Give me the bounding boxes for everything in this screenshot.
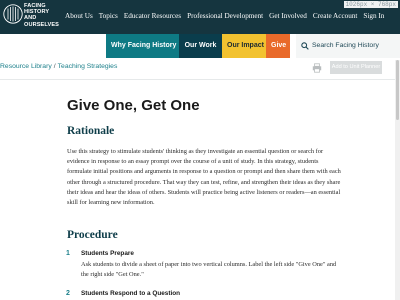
subnav-our-work[interactable]: Our Work	[179, 34, 222, 58]
search-box[interactable]: Search Facing History	[296, 34, 400, 58]
nav-get-involved[interactable]: Get Involved	[269, 12, 307, 20]
step-title: Students Prepare	[81, 250, 134, 257]
nav-create-account[interactable]: Create Account	[313, 12, 358, 20]
rationale-heading: Rationale	[67, 125, 115, 137]
dimensions-badge: 1026px × 768px	[343, 1, 398, 8]
step-number: 1	[66, 250, 70, 257]
search-label: Search Facing History	[312, 42, 379, 49]
breadcrumb-resource-library[interactable]: Resource Library	[0, 63, 52, 70]
logo-mark-icon	[3, 4, 23, 24]
step-text: Ask students to divide a sheet of paper …	[81, 261, 337, 278]
breadcrumb-separator: /	[53, 63, 56, 70]
subnav-why-facing-history[interactable]: Why Facing History	[106, 34, 179, 58]
add-to-unit-planner-button[interactable]: Add to Unit Planner	[330, 61, 382, 74]
scrollbar-thumb[interactable]	[396, 60, 399, 120]
nav-about-us[interactable]: About Us	[65, 12, 93, 20]
top-header: FACING HISTORY AND OURSELVES About Us To…	[0, 0, 400, 34]
breadcrumb-row: Resource Library / Teaching Strategies Add…	[0, 58, 400, 80]
secondary-nav-row: Why Facing History Our Work Our Impact G…	[0, 34, 400, 58]
logo-text: FACING HISTORY AND OURSELVES	[24, 3, 59, 28]
step-number: 2	[66, 290, 70, 297]
nav-sign-in[interactable]: Sign In	[363, 12, 384, 20]
main-nav: About Us Topics Educator Resources Profe…	[65, 12, 390, 20]
rationale-text: Use this strategy to stimulate students'…	[67, 148, 341, 207]
procedure-heading: Procedure	[67, 229, 118, 241]
nav-educator-resources[interactable]: Educator Resources	[124, 12, 181, 20]
print-icon[interactable]	[312, 63, 322, 73]
search-icon	[301, 42, 309, 50]
site-logo[interactable]: FACING HISTORY AND OURSELVES	[0, 0, 60, 34]
breadcrumb-teaching-strategies[interactable]: Teaching Strategies	[58, 63, 118, 70]
secondary-nav: Why Facing History Our Work Our Impact G…	[106, 34, 290, 58]
breadcrumb: Resource Library / Teaching Strategies	[0, 63, 117, 70]
step-title: Students Respond to a Question	[81, 290, 181, 297]
nav-professional-development[interactable]: Professional Development	[187, 12, 263, 20]
nav-topics[interactable]: Topics	[99, 12, 118, 20]
subnav-our-impact[interactable]: Our Impact	[222, 34, 266, 58]
page-title: Give One, Get One	[67, 97, 200, 114]
subnav-give[interactable]: Give	[266, 34, 290, 58]
